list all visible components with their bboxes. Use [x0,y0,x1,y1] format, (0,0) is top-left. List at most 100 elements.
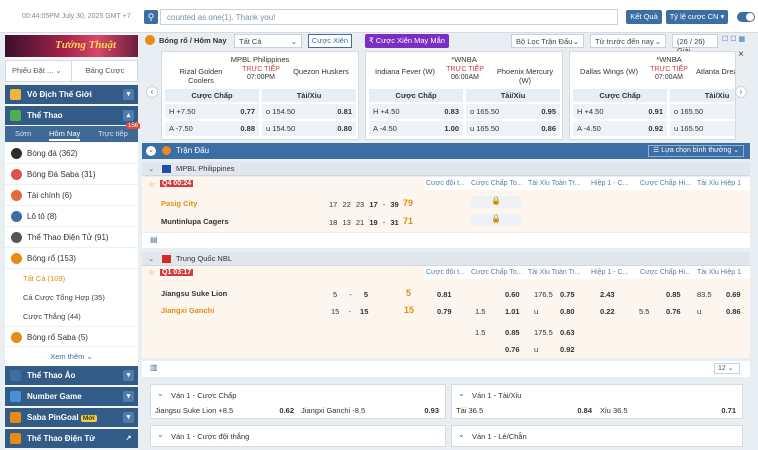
tab-bet-slip[interactable]: Phiếu Đặt ... ⌄ [6,61,72,81]
odds-cell[interactable]: 2.43 [600,290,615,299]
odds-cell[interactable]: 176.5 [534,290,553,299]
theme-toggle[interactable] [737,12,755,22]
odds-cell[interactable]: 0.75 [560,290,575,299]
stats-icon[interactable]: ▥ [150,363,158,372]
football-icon [11,148,22,159]
show-more-link[interactable]: Xem thêm ⌄ [5,347,138,367]
odds-cell[interactable]: 0.76 [505,345,520,354]
favorite-star-icon[interactable]: ☆ [148,268,155,277]
section-pingoal[interactable]: Saba PinGoal Mới ▾ [5,408,138,427]
sport-item-saba-basketball[interactable]: Bóng rổ Saba (5) [5,326,138,347]
odds-cell[interactable]: Tài 36.5 0.84 [456,404,596,417]
odds-cell[interactable]: u [534,345,538,354]
card-odds-cell[interactable]: H +4.50 0.91 [573,104,667,119]
panel-title: Ván 1 - Cược Chấp [171,391,237,400]
carousel-prev-button[interactable]: ‹ [146,86,158,98]
featured-match-card[interactable]: *WNBA Indiana Fever (W) TRỰC TIẾP 06:00AM… [365,51,563,140]
esports-icon [10,433,21,444]
flag-icon [162,255,171,263]
tab-early[interactable]: Sớm [15,129,31,138]
odds-cell[interactable]: 5.5 [639,307,649,316]
odds-cell[interactable]: u [697,307,701,316]
odds-cell[interactable]: 1.01 [505,307,520,316]
parlay-button[interactable]: Cược Xiên [308,34,352,48]
results-button[interactable]: Kết Quả [626,10,662,24]
card-odds-cell[interactable]: u 154.50 0.80 [262,121,356,136]
card-odds-cell[interactable]: u 165.50 0.86 [466,121,560,136]
time-filter-select[interactable]: Từ trước đến nay ⌄ [590,34,666,48]
odds-cell[interactable]: 175.5 [534,328,553,337]
away-team: Jiangxi Ganchi [161,306,215,315]
chevron-down-icon: ▾ [123,391,134,402]
search-icon[interactable]: ⚲ [144,10,158,24]
featured-match-card[interactable]: MPBL Philippines Rizal Golden Coolers TR… [161,51,359,140]
card-odds-cell[interactable]: o 165.50 0.95 [466,104,560,119]
sport-item-finance[interactable]: Tài chính (6) [5,185,138,206]
card-odds-cell[interactable]: H +4.50 0.83 [369,104,463,119]
card-away-team: Atlanta Dream [696,67,735,76]
odds-cell[interactable]: 0.63 [560,328,575,337]
odds-cell[interactable]: 0.86 [726,307,741,316]
home-total-score: 79 [403,198,414,208]
odds-cell[interactable]: Jiangxi Ganchi -8.5 0.93 [301,404,443,417]
odds-cell[interactable]: u [534,307,538,316]
league-header[interactable]: ⌄ Trung Quốc NBL [142,252,750,266]
close-icon[interactable]: × [738,49,744,60]
sport-item-esports[interactable]: Thể Thao Điện Tử (91) [5,227,138,248]
league-count-select[interactable]: (26 / 26) Giải [672,34,718,55]
odds-cell[interactable]: 83.5 [697,290,712,299]
card-odds-cell[interactable]: A -4.50 1.00 [369,121,463,136]
card-odds-cell[interactable]: A -7.50 0.88 [165,121,259,136]
home-team: Jiangsu Suke Lion [161,289,228,298]
odds-cell[interactable]: 1.5 [475,328,485,337]
odds-cell[interactable]: 0.60 [505,290,520,299]
tab-today[interactable]: Hôm Nay [49,129,81,141]
collapse-icon[interactable]: ⌄ [146,146,156,156]
basketball-sub-moneyline[interactable]: Cược Thắng (44) [5,307,138,326]
card-odds-cell[interactable]: H +7.50 0.77 [165,104,259,119]
basketball-sub-all[interactable]: Tất Cả (109) [5,269,138,288]
section-sports[interactable]: Thể Thao ▴ [5,106,138,125]
odds-cell[interactable]: 0.81 [437,290,452,299]
odds-type-dropdown[interactable]: Tỷ lệ cược CN ▾ [666,10,728,24]
section-number-game[interactable]: Number Game ▾ [5,387,138,406]
section-virtual[interactable]: Thể Thao Ảo ▾ [5,366,138,385]
odds-cell[interactable]: 0.92 [560,345,575,354]
odds-cell[interactable]: Jiangsu Suke Lion +8.5 0.62 [155,404,298,417]
odds-cell[interactable]: Xỉu 36.5 0.71 [600,404,740,417]
tab-live[interactable]: Trực tiếp [98,129,128,138]
sport-item-football[interactable]: Bóng đá (362) [5,143,138,164]
carousel-next-button[interactable]: › [735,86,747,98]
page-size-select[interactable]: 12 ⌄ [714,363,740,374]
league-header[interactable]: ⌄ MPBL Philippines [142,162,750,176]
odds-cell[interactable]: 0.85 [666,290,681,299]
odds-cell[interactable]: 0.79 [437,307,452,316]
section-world-champ[interactable]: Vô Địch Thế Giới ▾ [5,85,138,104]
promo-banner[interactable]: Tướng Thuật [5,35,138,57]
lucky-parlay-button[interactable]: ₹ Cược Xiên May Mắn [365,34,449,48]
sport-item-lotto[interactable]: Lô tô (8) [5,206,138,227]
league-name: Trung Quốc NBL [176,254,232,263]
odds-cell[interactable]: 1.5 [475,307,485,316]
favorite-star-icon[interactable]: ☆ [148,180,155,189]
section-esports[interactable]: Thể Thao Điện Tử ↗ [5,429,138,448]
sport-item-basketball[interactable]: Bóng rổ (153) [5,248,138,269]
odds-cell[interactable]: 0.76 [666,307,681,316]
featured-match-card[interactable]: *WNBA Dallas Wings (W) TRỰC TIẾP 07:00AM … [569,51,736,140]
market-type-select[interactable]: Tất Cả ⌄ [234,34,302,48]
card-odds-cell[interactable]: A -4.50 0.92 [573,121,667,136]
odds-cell[interactable]: 0.22 [600,307,615,316]
sport-item-saba-football[interactable]: Bóng Đá Saba (31) [5,164,138,185]
odds-cell[interactable]: 0.80 [560,307,575,316]
sort-select[interactable]: ☰ Lựa chọn bình thường ⌄ [648,145,745,157]
odds-cell[interactable]: 0.85 [505,328,520,337]
tab-bet-list[interactable]: Bảng Cược [72,61,138,81]
view-toggle-icons[interactable]: ☐ ☐ ▦ [722,35,752,47]
card-odds-cell[interactable]: o 154.50 0.81 [262,104,356,119]
odds-cell[interactable]: 0.69 [726,290,741,299]
card-odds-cell[interactable]: o 165.50 [670,104,735,119]
stats-icon[interactable]: ▤ [150,235,158,244]
basketball-sub-combo[interactable]: Cả Cược Tổng Hợp (35) [5,288,138,307]
card-odds-cell[interactable]: u 165.50 [670,121,735,136]
match-filter-select[interactable]: Bộ Lọc Trận Đấu ⌄ [511,34,584,48]
